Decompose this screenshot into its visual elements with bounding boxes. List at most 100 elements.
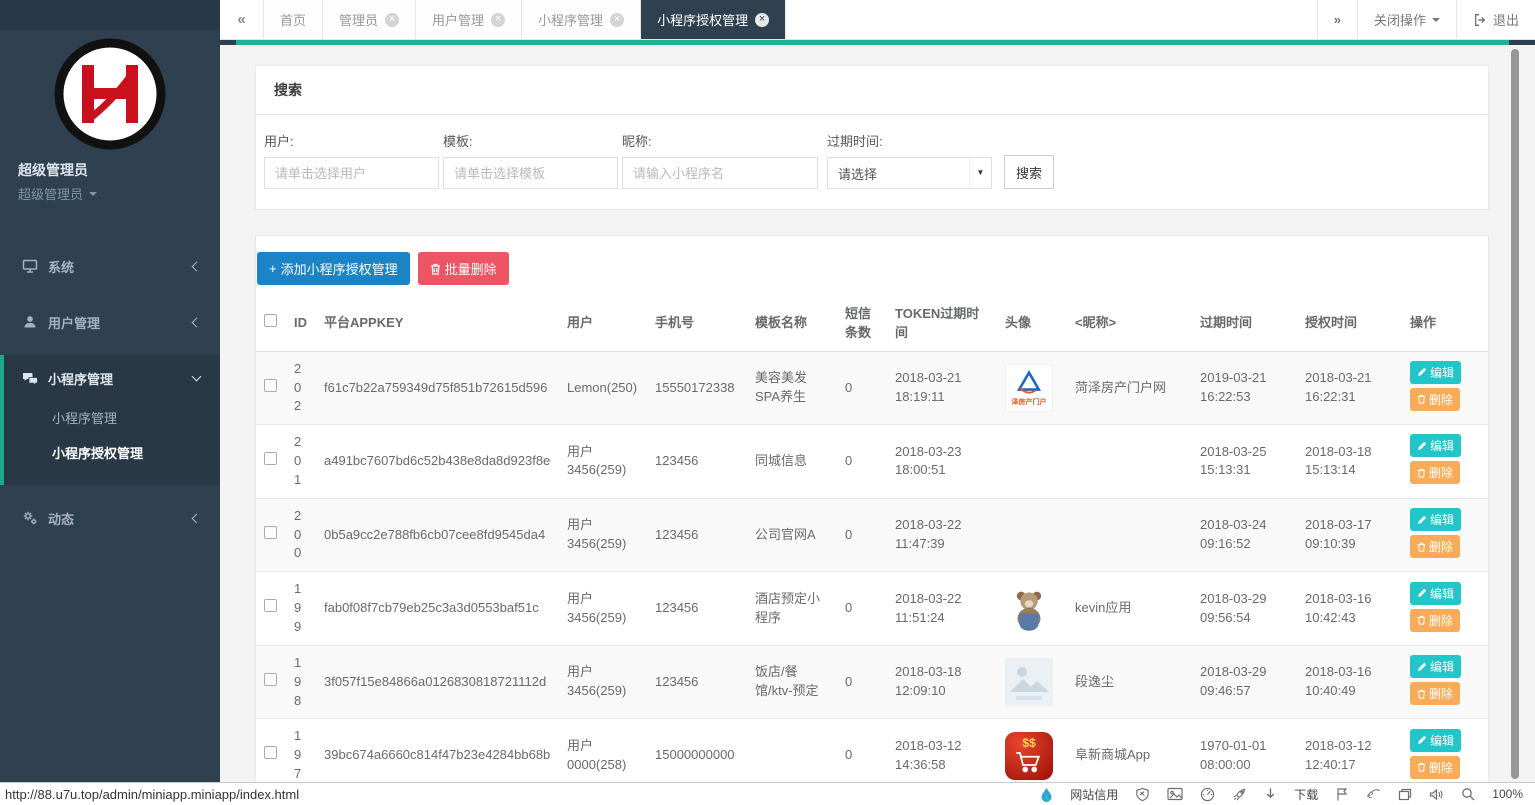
table-row: 200 0b5a9cc2e788fb6cb07cee8fd9545da4 用户3… <box>256 498 1488 572</box>
select-caret-icon: ▼ <box>969 158 991 188</box>
tab-scroll-right-button[interactable]: » <box>1317 0 1357 39</box>
edit-button[interactable]: 编辑 <box>1410 655 1461 678</box>
tab-user-management[interactable]: 用户管理 × <box>416 0 522 39</box>
col-nickname: <昵称> <box>1067 297 1192 351</box>
sidebar-item-user-management[interactable]: 用户管理 <box>0 299 220 345</box>
col-template: 模板名称 <box>747 297 837 351</box>
zoom-level[interactable]: 100% <box>1492 787 1523 801</box>
close-icon[interactable]: × <box>610 13 624 27</box>
nickname-input[interactable] <box>622 157 818 189</box>
pencil-icon <box>1417 367 1427 377</box>
row-checkbox[interactable] <box>264 746 277 759</box>
edit-button[interactable]: 编辑 <box>1410 361 1461 384</box>
zoom-search-icon[interactable] <box>1461 787 1475 801</box>
sidebar: 超级管理员 超级管理员 系统 用户管理 <box>0 0 220 782</box>
sidebar-item-miniapp-sub[interactable]: 小程序管理 <box>4 401 220 436</box>
edit-button[interactable]: 编辑 <box>1410 508 1461 531</box>
trash-icon <box>1417 542 1426 552</box>
table-row: 197 39bc674a6660c814f47b23e4284bb68b 用户0… <box>256 719 1488 782</box>
delete-button[interactable]: 删除 <box>1410 756 1460 779</box>
speaker-icon[interactable] <box>1429 788 1444 801</box>
sidebar-item-miniapp-management[interactable]: 小程序管理 <box>4 355 220 401</box>
plus-icon: + <box>269 261 277 276</box>
close-icon[interactable]: × <box>491 13 505 27</box>
template-input[interactable] <box>443 157 618 189</box>
avatar-heze-portal-logo: 泽房产门户 <box>1005 364 1053 412</box>
expire-time-select[interactable]: 请选择 ▼ <box>827 157 992 189</box>
user-role-dropdown[interactable]: 超级管理员 <box>18 184 220 203</box>
user-role-label: 超级管理员 <box>18 184 83 203</box>
delete-button[interactable]: 删除 <box>1410 535 1460 558</box>
add-miniapp-auth-button[interactable]: + 添加小程序授权管理 <box>257 252 410 285</box>
main-content: 搜索 用户: 模板: 昵称: 过期时间: 请选择 ▼ 搜索 <box>220 45 1535 782</box>
user-input[interactable] <box>264 157 439 189</box>
trash-icon <box>1417 394 1426 404</box>
water-drop-icon[interactable] <box>1040 787 1053 802</box>
row-checkbox[interactable] <box>264 673 277 686</box>
chevron-left-icon <box>192 261 202 271</box>
pencil-icon <box>1417 735 1427 745</box>
tab-scroll-left-button[interactable]: « <box>220 0 264 39</box>
user-icon <box>22 314 38 330</box>
sidebar-menu: 系统 用户管理 小程序管理 小程序管理 小程序授权管理 <box>0 243 220 541</box>
site-credit-label[interactable]: 网站信用 <box>1070 786 1118 803</box>
speed-gauge-icon[interactable] <box>1200 787 1215 802</box>
edit-button[interactable]: 编辑 <box>1410 729 1461 752</box>
vertical-scrollbar[interactable] <box>1511 49 1519 779</box>
row-checkbox[interactable] <box>264 452 277 465</box>
sidebar-item-system[interactable]: 系统 <box>0 243 220 289</box>
edit-button[interactable]: 编辑 <box>1410 434 1461 457</box>
chevron-left-icon <box>192 317 202 327</box>
chevron-left-icon <box>192 513 202 523</box>
search-button[interactable]: 搜索 <box>1004 155 1054 189</box>
user-name: 超级管理员 <box>18 160 220 180</box>
ie-browser-icon[interactable]: e <box>1366 787 1381 801</box>
sidebar-top-band <box>0 0 220 30</box>
table-row: 199 fab0f08f7cb79eb25c3a3d0553baf51c 用户3… <box>256 572 1488 646</box>
tab-home[interactable]: 首页 <box>264 0 323 39</box>
batch-delete-button[interactable]: 批量删除 <box>418 252 509 285</box>
delete-button[interactable]: 删除 <box>1410 461 1460 484</box>
pencil-icon <box>1417 588 1427 598</box>
trash-icon <box>1417 762 1426 772</box>
edit-button[interactable]: 编辑 <box>1410 582 1461 605</box>
download-arrow-icon[interactable] <box>1264 787 1277 801</box>
table-header-row: ID 平台APPKEY 用户 手机号 模板名称 短信条数 TOKEN过期时间 头… <box>256 297 1488 351</box>
avatar-landscape-placeholder <box>1005 658 1053 706</box>
flag-icon[interactable] <box>1335 787 1349 801</box>
sidebar-item-dynamic[interactable]: 动态 <box>0 495 220 541</box>
logout-button[interactable]: 退出 <box>1456 0 1535 39</box>
table-row: 201 a491bc7607bd6c52b438e8da8d923f8e 用户3… <box>256 425 1488 499</box>
delete-button[interactable]: 删除 <box>1410 682 1460 705</box>
close-icon[interactable]: × <box>755 13 769 27</box>
shield-icon[interactable] <box>1135 787 1150 802</box>
trash-icon <box>430 263 441 275</box>
col-id: ID <box>286 297 316 351</box>
window-restore-icon[interactable] <box>1398 788 1412 801</box>
row-checkbox[interactable] <box>264 526 277 539</box>
col-avatar: 头像 <box>997 297 1067 351</box>
delete-button[interactable]: 删除 <box>1410 388 1460 411</box>
browser-status-bar: http://88.u7u.top/admin/miniapp.miniapp/… <box>0 782 1535 805</box>
close-icon[interactable]: × <box>385 13 399 27</box>
monitor-icon <box>22 258 38 274</box>
search-field-user: 用户: <box>264 131 439 189</box>
sidebar-item-miniapp-auth[interactable]: 小程序授权管理 <box>4 436 220 471</box>
rocket-icon[interactable] <box>1232 787 1247 802</box>
tab-admin[interactable]: 管理员 × <box>323 0 416 39</box>
close-operations-dropdown[interactable]: 关闭操作 <box>1357 0 1456 39</box>
image-blocker-icon[interactable] <box>1167 787 1183 801</box>
table-row: 198 3f057f15e84866a0126830818721112d 用户3… <box>256 645 1488 719</box>
col-ops: 操作 <box>1402 297 1488 351</box>
delete-button[interactable]: 删除 <box>1410 609 1460 632</box>
col-user: 用户 <box>559 297 647 351</box>
row-checkbox[interactable] <box>264 379 277 392</box>
col-expire: 过期时间 <box>1192 297 1297 351</box>
tab-bar: « 首页 管理员 × 用户管理 × 小程序管理 × 小程序授权管理 × » 关闭… <box>220 0 1535 40</box>
logout-icon <box>1473 13 1487 27</box>
select-all-checkbox[interactable] <box>264 314 277 327</box>
tab-miniapp-auth-management[interactable]: 小程序授权管理 × <box>641 0 786 39</box>
row-checkbox[interactable] <box>264 599 277 612</box>
tab-miniapp-management[interactable]: 小程序管理 × <box>522 0 641 39</box>
download-label[interactable]: 下载 <box>1294 786 1318 803</box>
